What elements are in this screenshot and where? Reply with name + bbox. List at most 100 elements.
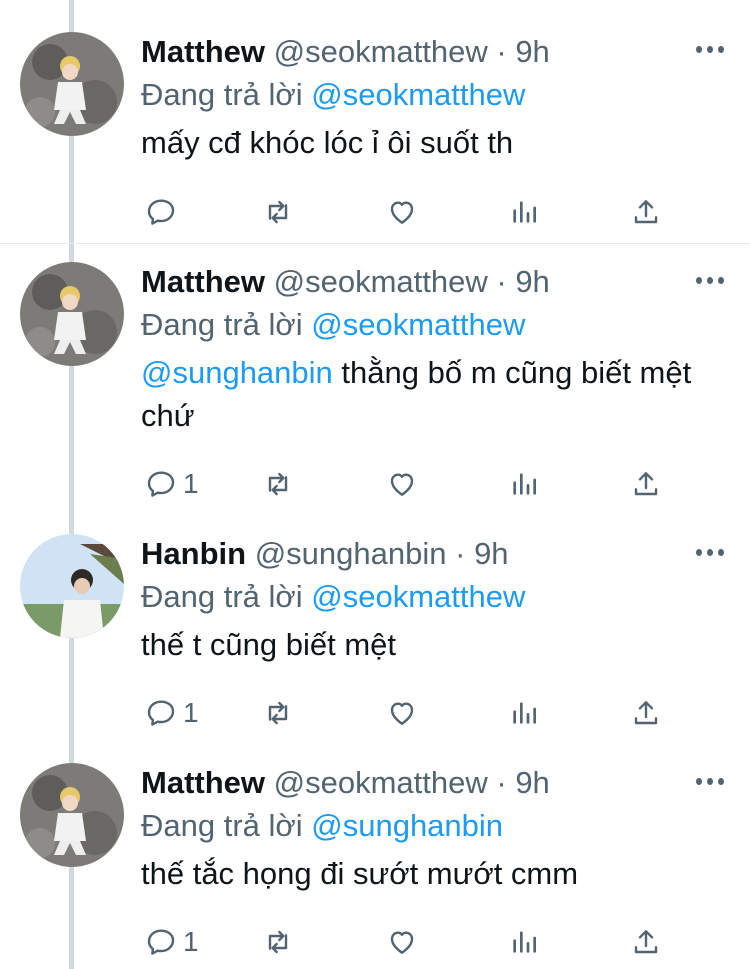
tweet-text: thế t cũng biết mệt: [141, 623, 750, 666]
like-button[interactable]: [386, 464, 418, 504]
retweet-icon: [268, 200, 288, 224]
reply-prefix: Đang trả lời: [141, 579, 303, 614]
avatar[interactable]: [20, 32, 124, 136]
reply-to-link[interactable]: @seokmatthew: [311, 77, 525, 112]
like-icon: [390, 931, 414, 954]
analytics-button[interactable]: [508, 464, 540, 504]
retweet-button[interactable]: [262, 922, 294, 962]
avatar[interactable]: [20, 534, 124, 638]
timestamp[interactable]: 9h: [515, 264, 549, 299]
reply-prefix: Đang trả lời: [141, 77, 303, 112]
separator-dot: ·: [455, 536, 466, 571]
more-icon[interactable]: [696, 549, 724, 559]
reply-context: Đang trả lời @sunghanbin: [141, 806, 750, 846]
reply-context: Đang trả lời @seokmatthew: [141, 75, 750, 115]
tweet-divider: [0, 243, 750, 244]
analytics-icon: [513, 473, 536, 495]
reply-count: 1: [183, 468, 199, 499]
analytics-button[interactable]: [508, 922, 540, 962]
like-button[interactable]: [386, 693, 418, 733]
user-handle[interactable]: @seokmatthew: [274, 34, 488, 69]
reply-to-link[interactable]: @seokmatthew: [311, 579, 525, 614]
reply-button[interactable]: 1: [145, 693, 199, 733]
tweet-actions: 1: [0, 693, 658, 733]
tweet-text-content: mấy cđ khóc lóc ỉ ôi suốt th: [141, 125, 514, 160]
tweet-body: Matthew @seokmatthew · 9h Đang trả lời @…: [141, 763, 750, 895]
tweet-header: Matthew @seokmatthew · 9h: [141, 262, 750, 302]
like-button[interactable]: [386, 192, 418, 232]
tweet-text-content: thế t cũng biết mệt: [141, 627, 397, 662]
retweet-button[interactable]: [262, 192, 294, 232]
reply-to-link[interactable]: @seokmatthew: [311, 307, 525, 342]
tweet-text: @sunghanbin thằng bố m cũng biết mệt chứ: [141, 351, 731, 437]
avatar[interactable]: [20, 763, 124, 867]
reply-prefix: Đang trả lời: [141, 808, 303, 843]
timestamp[interactable]: 9h: [515, 34, 549, 69]
user-handle[interactable]: @seokmatthew: [274, 765, 488, 800]
analytics-icon: [513, 702, 536, 724]
tweet-text: mấy cđ khóc lóc ỉ ôi suốt th: [141, 121, 750, 164]
timestamp[interactable]: 9h: [474, 536, 508, 571]
reply-prefix: Đang trả lời: [141, 307, 303, 342]
more-icon[interactable]: [696, 46, 724, 56]
tweet-header: Hanbin @sunghanbin · 9h: [141, 534, 750, 574]
analytics-button[interactable]: [508, 693, 540, 733]
retweet-icon: [268, 472, 288, 496]
share-button[interactable]: [630, 693, 662, 733]
share-button[interactable]: [630, 192, 662, 232]
tweet-body: Matthew @seokmatthew · 9h Đang trả lời @…: [141, 262, 750, 437]
share-button[interactable]: [630, 464, 662, 504]
display-name[interactable]: Matthew: [141, 765, 265, 800]
more-icon[interactable]: [696, 778, 724, 788]
analytics-button[interactable]: [508, 192, 540, 232]
tweet-actions: 1: [0, 922, 658, 962]
retweet-icon: [268, 701, 288, 725]
tweet-body: Hanbin @sunghanbin · 9h Đang trả lời @se…: [141, 534, 750, 666]
analytics-icon: [513, 931, 536, 953]
reply-count: 1: [183, 697, 199, 728]
like-button[interactable]: [386, 922, 418, 962]
reply-context: Đang trả lời @seokmatthew: [141, 577, 750, 617]
reply-button[interactable]: 1: [145, 922, 199, 962]
tweet-body: Matthew @seokmatthew · 9h Đang trả lời @…: [141, 32, 750, 164]
reply-icon: [147, 199, 175, 225]
like-icon: [390, 473, 414, 496]
tweet-text: thế tắc họng đi sướt mướt cmm: [141, 852, 750, 895]
reply-context: Đang trả lời @seokmatthew: [141, 305, 750, 345]
tweet-text-content: thế tắc họng đi sướt mướt cmm: [141, 856, 579, 891]
retweet-button[interactable]: [262, 693, 294, 733]
display-name[interactable]: Matthew: [141, 34, 265, 69]
reply-icon: [147, 471, 175, 497]
like-icon: [390, 702, 414, 725]
share-icon: [634, 701, 658, 725]
user-handle[interactable]: @seokmatthew: [274, 264, 488, 299]
tweet-header: Matthew @seokmatthew · 9h: [141, 32, 750, 72]
separator-dot: ·: [496, 34, 507, 69]
analytics-icon: [513, 201, 536, 223]
display-name[interactable]: Hanbin: [141, 536, 246, 571]
like-icon: [390, 201, 414, 224]
share-icon: [634, 472, 658, 496]
separator-dot: ·: [496, 765, 507, 800]
share-button[interactable]: [630, 922, 662, 962]
reply-button[interactable]: 1: [145, 464, 199, 504]
retweet-button[interactable]: [262, 464, 294, 504]
reply-to-link[interactable]: @sunghanbin: [311, 808, 503, 843]
user-handle[interactable]: @sunghanbin: [255, 536, 447, 571]
share-icon: [634, 200, 658, 224]
reply-count: 1: [183, 926, 199, 957]
separator-dot: ·: [496, 264, 507, 299]
mention-link[interactable]: @sunghanbin: [141, 355, 333, 390]
timestamp[interactable]: 9h: [515, 765, 549, 800]
tweet-actions: 1: [0, 464, 658, 504]
display-name[interactable]: Matthew: [141, 264, 265, 299]
share-icon: [634, 930, 658, 954]
more-icon[interactable]: [696, 277, 724, 287]
tweet-actions: [0, 192, 658, 232]
reply-button[interactable]: [145, 192, 177, 232]
reply-icon: [147, 700, 175, 726]
avatar[interactable]: [20, 262, 124, 366]
reply-icon: [147, 929, 175, 955]
retweet-icon: [268, 930, 288, 954]
tweet-header: Matthew @seokmatthew · 9h: [141, 763, 750, 803]
